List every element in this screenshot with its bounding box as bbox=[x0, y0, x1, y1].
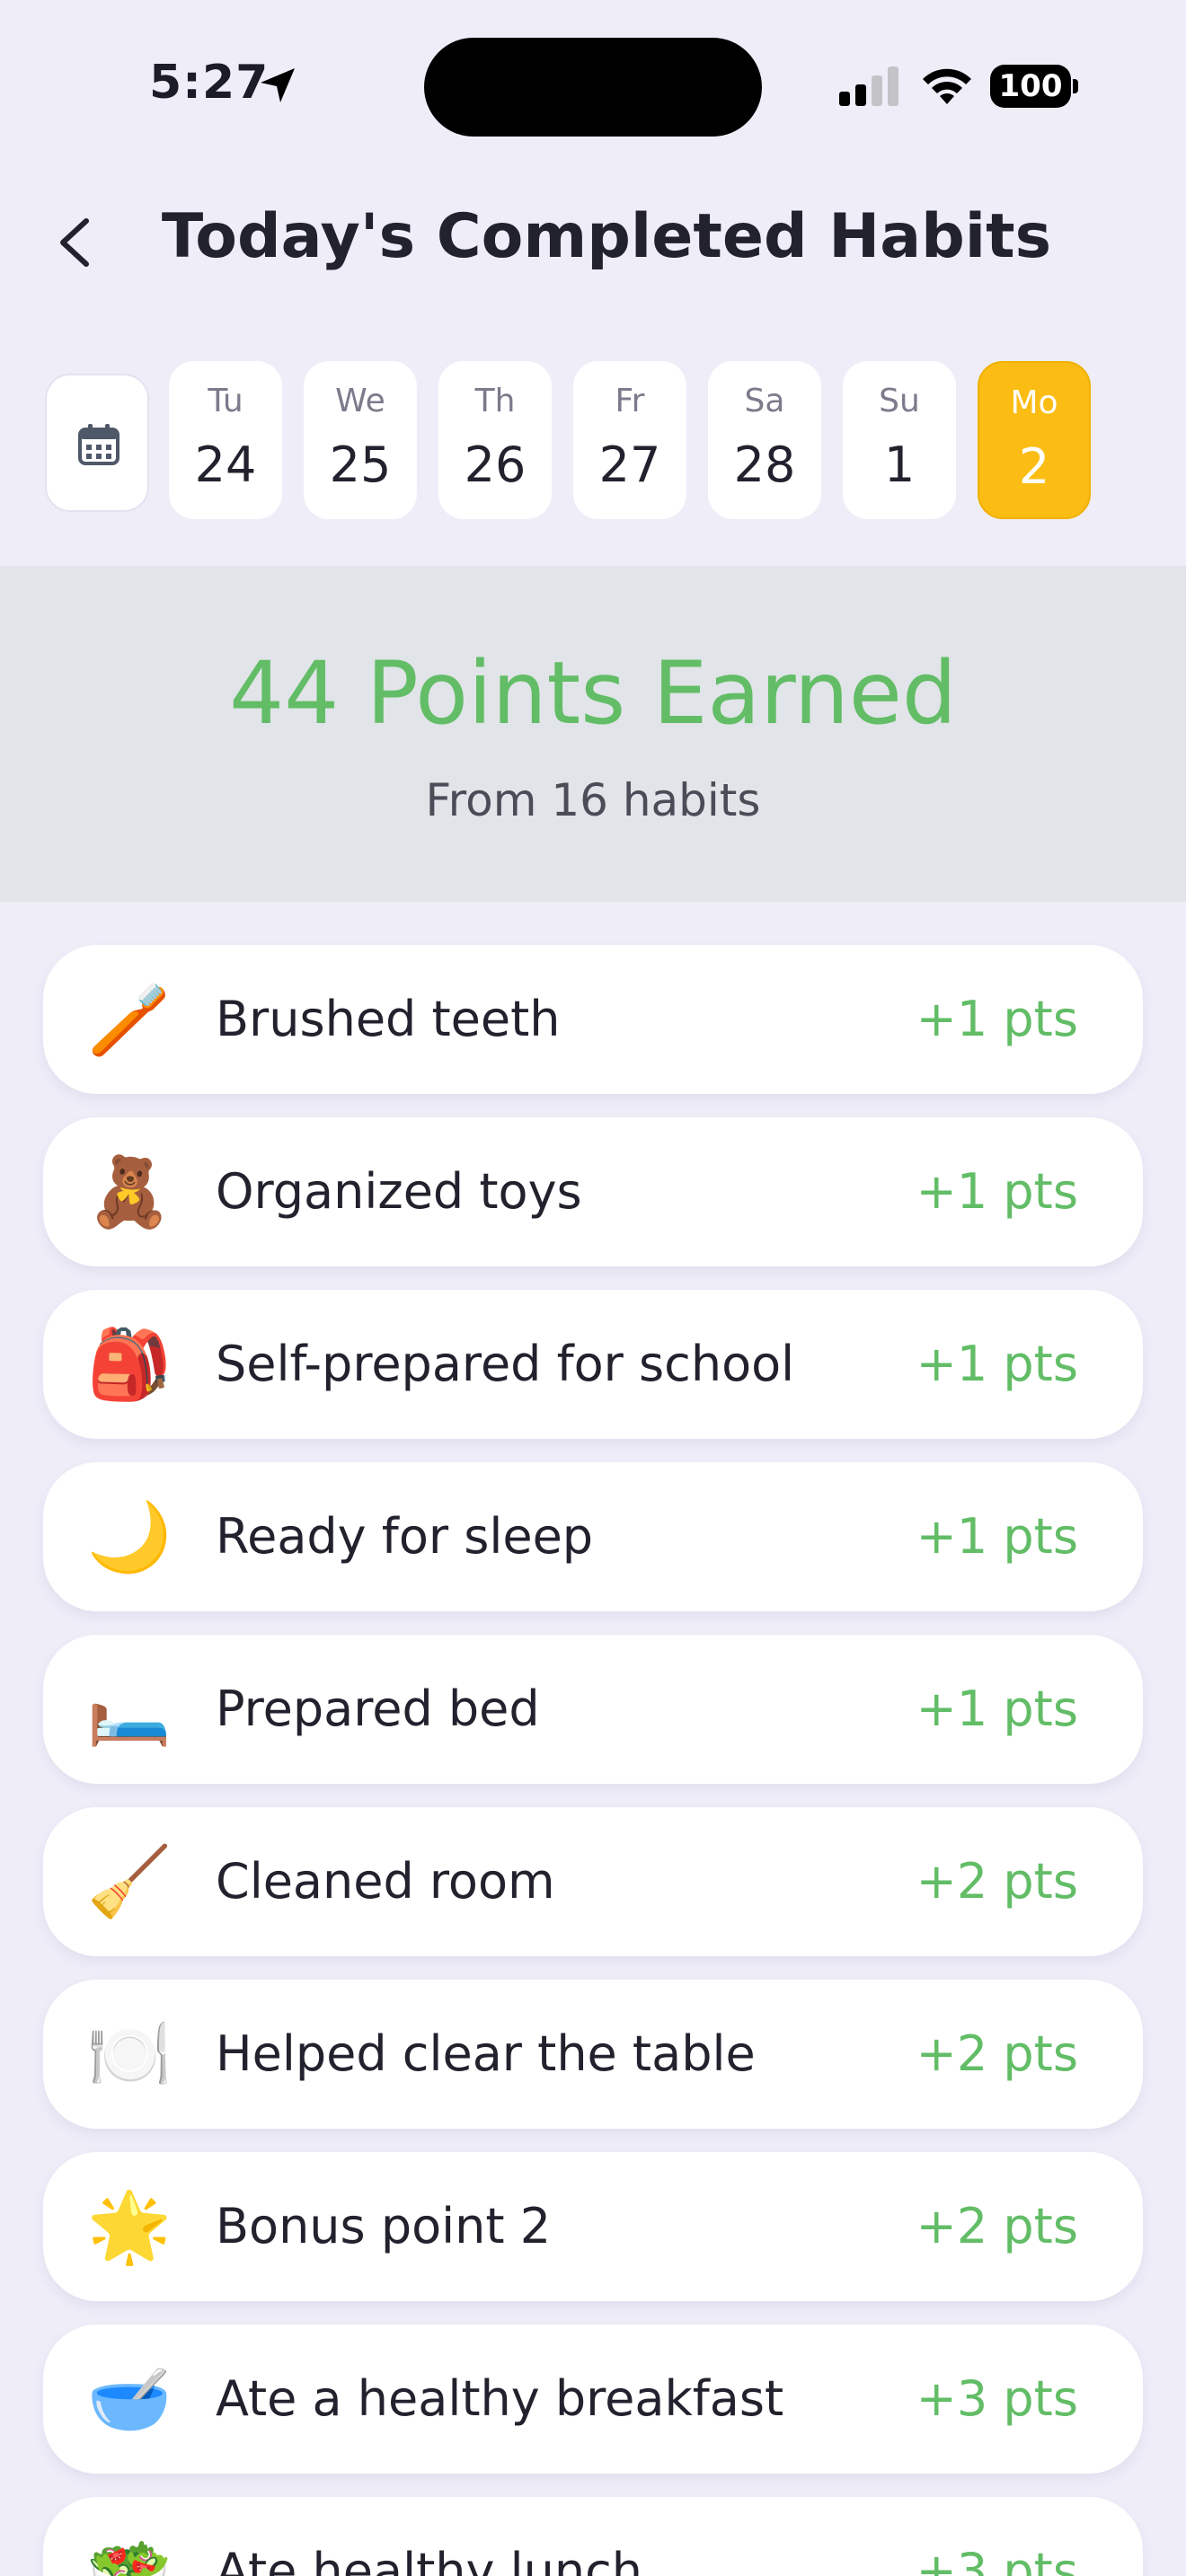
day-cell-sa[interactable]: Sa 28 bbox=[708, 361, 821, 519]
habit-points: +1 pts bbox=[916, 1508, 1078, 1565]
day-cell-tu[interactable]: Tu 24 bbox=[169, 361, 282, 519]
habit-points: +1 pts bbox=[916, 991, 1078, 1047]
status-time: 5:27 bbox=[149, 56, 270, 110]
cellular-signal-icon bbox=[839, 66, 898, 106]
crescent-moon-icon: 🌙 bbox=[86, 1496, 173, 1576]
habit-row[interactable]: 🎒 Self-prepared for school +1 pts bbox=[43, 1290, 1143, 1439]
habit-points: +1 pts bbox=[916, 1336, 1078, 1392]
plate-cutlery-icon: 🍽️ bbox=[86, 2014, 173, 2094]
toothbrush-icon: 🪥 bbox=[86, 979, 173, 1059]
habit-name: Cleaned room bbox=[216, 1853, 555, 1910]
habit-points: +2 pts bbox=[916, 2198, 1078, 2254]
dynamic-island bbox=[424, 38, 762, 137]
bed-icon: 🛏️ bbox=[86, 1669, 173, 1749]
day-number: 26 bbox=[464, 437, 527, 493]
habit-row[interactable]: 🌙 Ready for sleep +1 pts bbox=[43, 1462, 1143, 1611]
habit-name: Brushed teeth bbox=[216, 991, 561, 1047]
calendar-icon bbox=[78, 424, 119, 465]
habit-points: +3 pts bbox=[916, 2543, 1078, 2576]
habit-name: Prepared bed bbox=[216, 1681, 540, 1737]
backpack-icon: 🎒 bbox=[86, 1324, 173, 1404]
location-arrow-icon bbox=[261, 68, 295, 102]
day-number: 1 bbox=[883, 437, 916, 493]
habit-row[interactable]: 🥗 Ate healthy lunch +3 pts bbox=[43, 2497, 1143, 2576]
battery-cap bbox=[1073, 79, 1078, 93]
salad-icon: 🥗 bbox=[86, 2531, 173, 2576]
day-abbr: Fr bbox=[615, 383, 645, 419]
day-number: 24 bbox=[194, 437, 257, 493]
points-summary: 44 Points Earned From 16 habits bbox=[0, 566, 1186, 902]
habit-points: +2 pts bbox=[916, 1853, 1078, 1910]
habit-name: Ready for sleep bbox=[216, 1508, 594, 1565]
wifi-icon bbox=[923, 68, 971, 104]
broom-icon: 🧹 bbox=[86, 1841, 173, 1921]
day-abbr: Sa bbox=[744, 383, 785, 419]
calendar-button[interactable] bbox=[45, 374, 149, 512]
habit-row[interactable]: 🥣 Ate a healthy breakfast +3 pts bbox=[43, 2325, 1143, 2474]
star-icon: 🌟 bbox=[86, 2186, 173, 2266]
date-strip: Tu 24 We 25 Th 26 Fr 27 Sa 28 Su 1 Mo 2 bbox=[0, 361, 1186, 523]
day-abbr: Tu bbox=[208, 383, 243, 419]
habit-row[interactable]: 🧹 Cleaned room +2 pts bbox=[43, 1807, 1143, 1956]
habit-points: +3 pts bbox=[916, 2370, 1078, 2427]
habit-name: Bonus point 2 bbox=[216, 2198, 552, 2254]
habit-points: +1 pts bbox=[916, 1681, 1078, 1737]
battery-level: 100 bbox=[990, 65, 1071, 108]
habit-name: Helped clear the table bbox=[216, 2025, 756, 2082]
habit-points: +1 pts bbox=[916, 1163, 1078, 1220]
status-bar: 5:27 100 bbox=[0, 0, 1186, 171]
day-cell-th[interactable]: Th 26 bbox=[438, 361, 552, 519]
habit-name: Self-prepared for school bbox=[216, 1336, 795, 1392]
habits-screen: 5:27 100 Today's Completed Habits Tu 24 … bbox=[0, 0, 1186, 2576]
day-number: 2 bbox=[1018, 438, 1050, 495]
day-number: 25 bbox=[329, 437, 392, 493]
day-abbr: Su bbox=[879, 383, 920, 419]
day-cell-su[interactable]: Su 1 bbox=[843, 361, 956, 519]
bowl-spoon-icon: 🥣 bbox=[86, 2359, 173, 2439]
habit-name: Ate a healthy breakfast bbox=[216, 2370, 784, 2427]
habit-row[interactable]: 🪥 Brushed teeth +1 pts bbox=[43, 945, 1143, 1094]
habit-row[interactable]: 🍽️ Helped clear the table +2 pts bbox=[43, 1980, 1143, 2129]
day-number: 28 bbox=[733, 437, 796, 493]
habit-points: +2 pts bbox=[916, 2025, 1078, 2082]
day-number: 27 bbox=[598, 437, 661, 493]
day-abbr: Th bbox=[474, 383, 516, 419]
habits-count: From 16 habits bbox=[425, 774, 761, 826]
battery-indicator: 100 bbox=[990, 65, 1078, 108]
habit-row[interactable]: 🧸 Organized toys +1 pts bbox=[43, 1117, 1143, 1266]
habit-name: Organized toys bbox=[216, 1163, 582, 1220]
day-cell-mo-selected[interactable]: Mo 2 bbox=[978, 361, 1091, 519]
day-abbr: Mo bbox=[1010, 384, 1058, 421]
habit-name: Ate healthy lunch bbox=[216, 2543, 642, 2576]
habit-row[interactable]: 🌟 Bonus point 2 +2 pts bbox=[43, 2152, 1143, 2301]
teddy-bear-icon: 🧸 bbox=[86, 1151, 173, 1231]
page-title: Today's Completed Habits bbox=[161, 201, 1052, 272]
day-cell-fr[interactable]: Fr 27 bbox=[573, 361, 686, 519]
habit-row[interactable]: 🛏️ Prepared bed +1 pts bbox=[43, 1635, 1143, 1784]
day-cell-we[interactable]: We 25 bbox=[304, 361, 417, 519]
day-abbr: We bbox=[335, 383, 385, 419]
points-earned: 44 Points Earned bbox=[229, 643, 957, 744]
